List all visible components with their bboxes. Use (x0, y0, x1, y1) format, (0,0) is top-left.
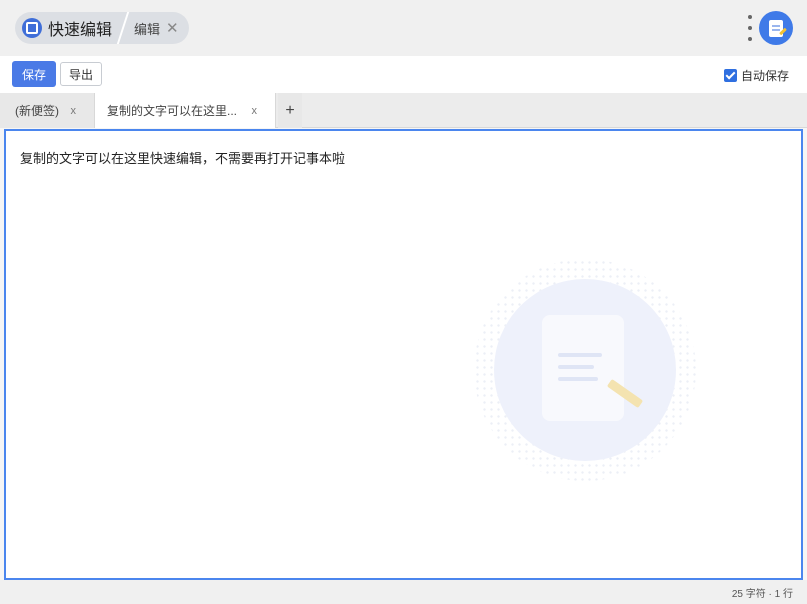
tab-label: 复制的文字可以在这里... (107, 104, 238, 118)
tab-copied-text[interactable]: 复制的文字可以在这里... x (94, 93, 276, 128)
app-title: 快速编辑 (48, 22, 113, 39)
breadcrumb-separator (120, 12, 130, 44)
tab-new-note[interactable]: (新便签) x (0, 93, 94, 128)
breadcrumb-edit-label: 编辑 (134, 21, 161, 37)
autosave-toggle[interactable]: 自动保存 (724, 67, 789, 84)
app-window: 快速编辑 编辑 ✕ 保存 导出 自动保存 (新便签) x 复制的文字可以在这里.… (0, 0, 807, 604)
close-icon[interactable]: ✕ (166, 19, 179, 37)
char-line-count: 25 字符 · 1 行 (731, 589, 793, 600)
autosave-label: 自动保存 (741, 69, 790, 83)
plugin-avatar-icon[interactable] (759, 11, 793, 45)
app-logo-icon (22, 18, 42, 38)
more-options-icon[interactable] (744, 15, 756, 41)
save-button[interactable]: 保存 (12, 61, 56, 87)
breadcrumb: 快速编辑 编辑 ✕ (15, 12, 189, 44)
note-watermark-icon (494, 279, 676, 461)
editor-content[interactable]: 复制的文字可以在这里快速编辑，不需要再打开记事本啦 (20, 148, 345, 167)
status-bar: 25 字符 · 1 行 (0, 580, 807, 604)
tab-label: (新便签) (15, 104, 59, 118)
tab-close-icon[interactable]: x (252, 105, 258, 117)
text-editor[interactable]: 复制的文字可以在这里快速编辑，不需要再打开记事本啦 (4, 129, 803, 580)
autosave-checkbox[interactable] (724, 69, 737, 82)
header: 快速编辑 编辑 ✕ (0, 0, 807, 56)
add-tab-button[interactable]: + (278, 93, 302, 128)
export-button[interactable]: 导出 (60, 62, 102, 86)
tab-close-icon[interactable]: x (71, 105, 77, 117)
toolbar: 保存 导出 自动保存 (0, 56, 807, 93)
tab-bar: (新便签) x 复制的文字可以在这里... x + (0, 93, 807, 128)
